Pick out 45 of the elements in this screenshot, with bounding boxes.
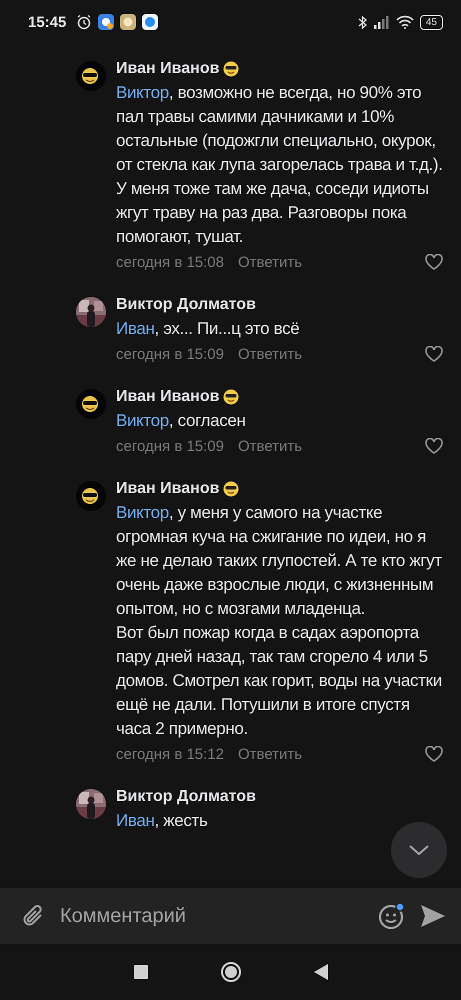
- reply-link[interactable]: Ответить: [238, 346, 302, 362]
- comment-time: сегодня в 15:08: [116, 254, 224, 270]
- comment-text: Виктор, возможно не всегда, но 90% это пал травы самими дачниками и 10% остальные (подожгли специально, окурок, от стекла как лупа загорелась трава и т.д.). У меня тоже там же дача, соседи идиоты жгут траву на раз два. Разговоры пока помогают, тушат.: [116, 82, 444, 248]
- like-icon[interactable]: [425, 746, 443, 762]
- comment-time: сегодня в 15:09: [116, 438, 224, 454]
- comment-author[interactable]: Иван Иванов: [116, 388, 220, 406]
- reply-link[interactable]: Ответить: [238, 746, 302, 762]
- chevron-down-icon: [408, 844, 430, 856]
- comment-author[interactable]: Иван Иванов: [116, 60, 220, 78]
- bluetooth-icon: [358, 14, 368, 30]
- comment-author[interactable]: Иван Иванов: [116, 480, 220, 498]
- alarm-clock-icon: [76, 14, 92, 30]
- status-time: 15:45: [28, 14, 66, 30]
- comment-time: сегодня в 15:12: [116, 746, 224, 762]
- mention-link[interactable]: Виктор: [116, 503, 169, 522]
- sunglasses-avatar-icon: [76, 61, 106, 91]
- comment-bar[interactable]: Комментарий: [0, 888, 461, 944]
- like-icon[interactable]: [425, 346, 443, 362]
- comment-time: сегодня в 15:09: [116, 346, 224, 362]
- wifi-icon: [396, 15, 414, 29]
- app-notification-icon: [142, 14, 158, 30]
- send-button[interactable]: [419, 903, 447, 929]
- comment-input-field[interactable]: Комментарий: [58, 904, 365, 928]
- comment-text: Виктор, согласен: [116, 410, 247, 432]
- back-button[interactable]: [314, 964, 328, 980]
- comment-text: Иван, эх... Пи...ц это всё: [116, 318, 300, 340]
- like-icon[interactable]: [425, 438, 443, 454]
- comment-author[interactable]: Виктор Долматов: [116, 296, 256, 314]
- app-notification-icon: [98, 14, 114, 30]
- reply-link[interactable]: Ответить: [238, 438, 302, 454]
- mention-link[interactable]: Иван: [116, 319, 155, 338]
- reply-link[interactable]: Ответить: [238, 254, 302, 270]
- battery-indicator: 45: [420, 14, 443, 30]
- like-icon[interactable]: [425, 254, 443, 270]
- mention-link[interactable]: Виктор: [116, 411, 169, 430]
- comment-author[interactable]: Виктор Долматов: [116, 788, 256, 806]
- recent-apps-button[interactable]: [134, 965, 148, 979]
- comment-text: Виктор, у меня у самого на участке огромная куча на сжигание по идеи, но я же не делаю таких глупостей. А те кто жгут очень даже взрослые люди, с жизненным опытом, но с мозгами младенца. Вот был пожар когда в садах аэропорта пару дней назад, так там сгорело 4 или 5 домов. Смотрел как горит, воды на участки ещё не дали. Потушили в итоге спустя часа 2 примерно.: [116, 502, 443, 740]
- mention-link[interactable]: Иван: [116, 811, 155, 830]
- sunglasses-avatar-icon: [76, 481, 106, 511]
- signal-icon: [374, 16, 390, 28]
- home-button[interactable]: [220, 961, 242, 983]
- sunglasses-avatar-icon: [76, 389, 106, 419]
- mention-link[interactable]: Виктор: [116, 83, 169, 102]
- app-notification-icon: [120, 14, 136, 30]
